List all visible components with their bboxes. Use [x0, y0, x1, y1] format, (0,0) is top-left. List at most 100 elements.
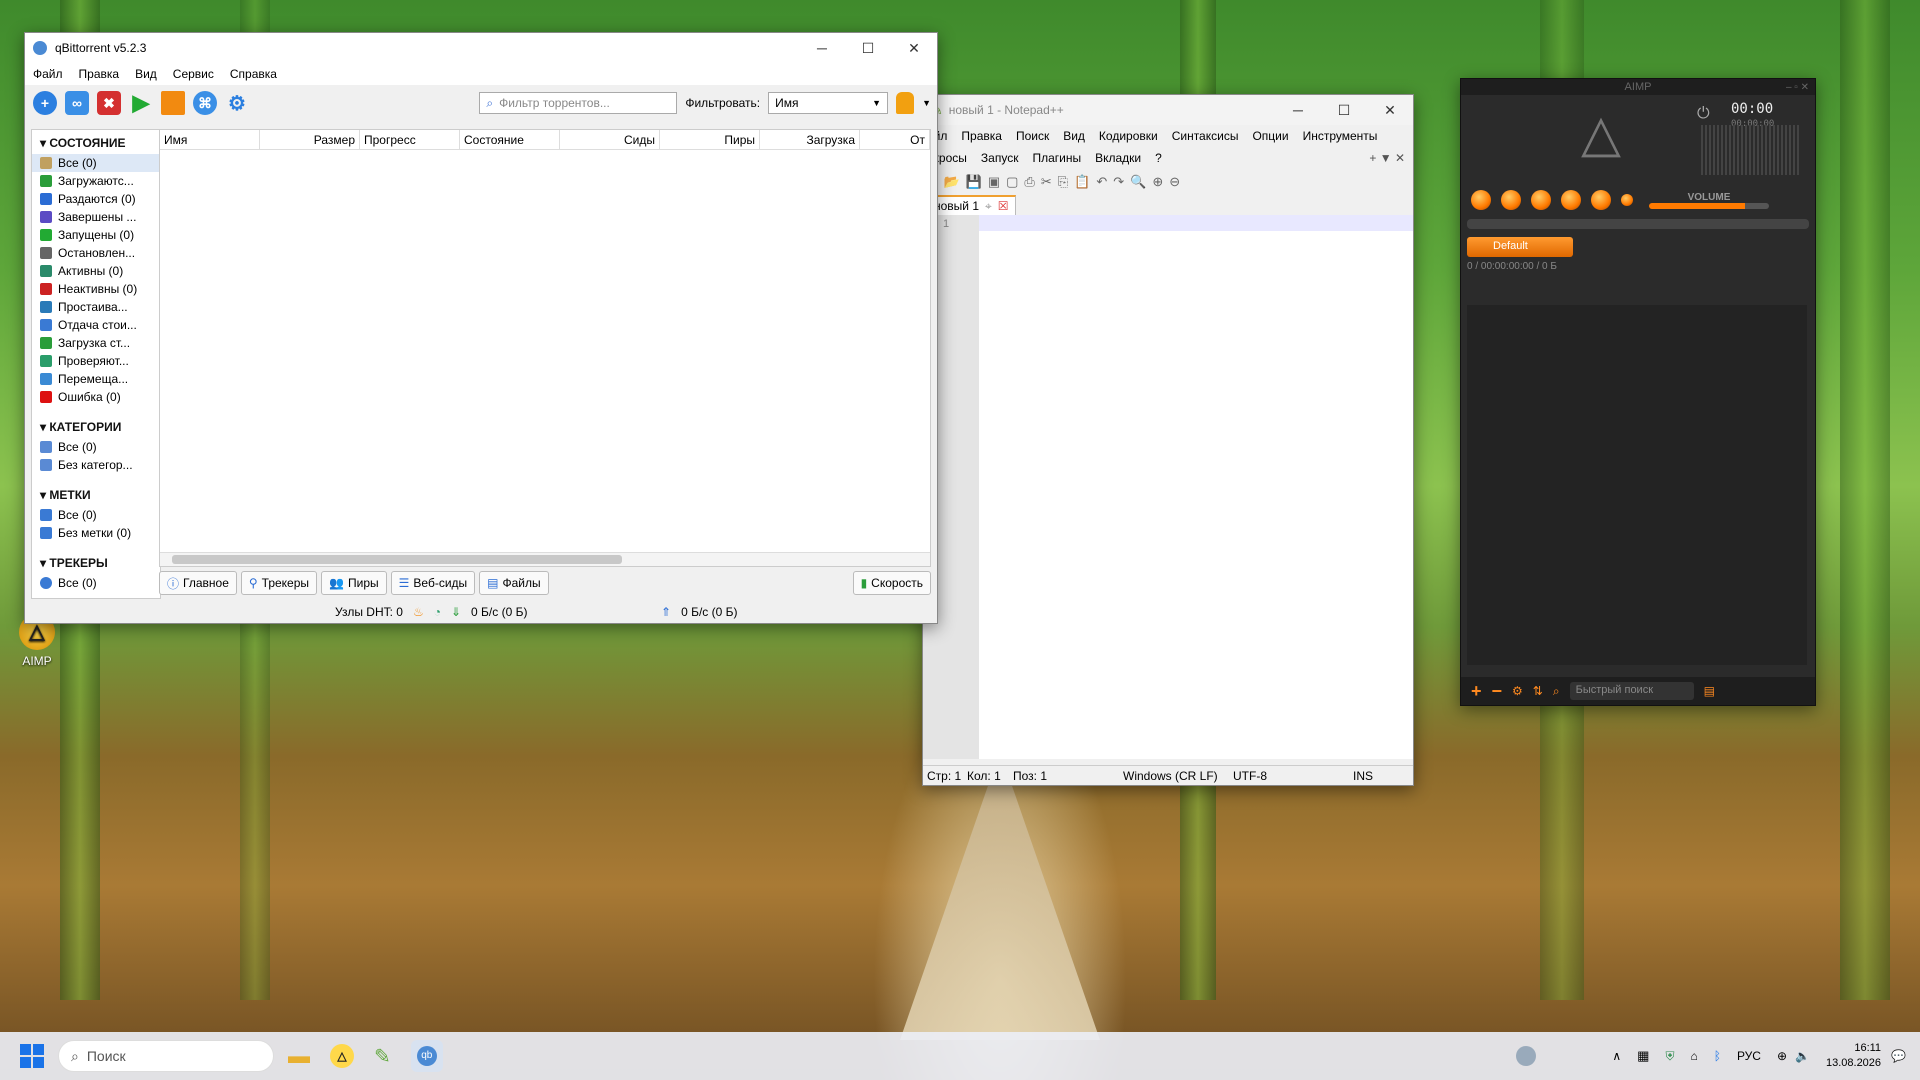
- state-filter-item[interactable]: Загрузка ст...: [32, 334, 160, 352]
- network-icon[interactable]: ⊕: [1777, 1049, 1787, 1063]
- state-filter-item[interactable]: Загружаютс...: [32, 172, 160, 190]
- section-trackers[interactable]: ▾ ТРЕКЕРЫ: [32, 550, 160, 574]
- menu-plugins[interactable]: Плагины: [1032, 151, 1081, 165]
- category-uncategorized[interactable]: Без категор...: [32, 456, 160, 474]
- close-button[interactable]: ✕: [1367, 95, 1413, 125]
- pin-icon[interactable]: ⌖: [985, 199, 992, 214]
- window-controls[interactable]: – ▫ ✕: [1786, 82, 1809, 93]
- section-state[interactable]: ▾ СОСТОЯНИЕ: [32, 130, 160, 154]
- cut-icon[interactable]: ✂: [1041, 174, 1052, 190]
- previous-button[interactable]: [1471, 190, 1491, 210]
- menu-help[interactable]: ?: [1155, 151, 1162, 165]
- tag-untagged[interactable]: Без метки (0): [32, 524, 160, 542]
- menu-syntax[interactable]: Синтаксисы: [1172, 129, 1239, 143]
- next-button[interactable]: [1591, 190, 1611, 210]
- menu-encoding[interactable]: Кодировки: [1099, 129, 1158, 143]
- state-filter-item[interactable]: Перемеща...: [32, 370, 160, 388]
- power-icon[interactable]: ⏻: [1697, 105, 1710, 123]
- playlist-tab-default[interactable]: Default: [1467, 237, 1573, 257]
- menu-file[interactable]: Файл: [33, 67, 63, 81]
- menu-tools[interactable]: Инструменты: [1303, 129, 1378, 143]
- state-filter-item[interactable]: Остановлен...: [32, 244, 160, 262]
- column-upload[interactable]: От: [860, 130, 930, 149]
- usb-icon[interactable]: ⌂: [1690, 1049, 1697, 1063]
- state-filter-item[interactable]: Проверяют...: [32, 352, 160, 370]
- start-icon[interactable]: ▶: [129, 90, 153, 115]
- search-icon[interactable]: ⌕: [1553, 684, 1560, 699]
- tab-files[interactable]: ▤ Файлы: [479, 571, 549, 595]
- tab-controls[interactable]: + ▼ ✕: [1369, 151, 1405, 165]
- qbittorrent-taskbar-icon[interactable]: qb: [410, 1040, 443, 1072]
- menu-view[interactable]: Вид: [135, 67, 157, 81]
- tab-peers[interactable]: 👥 Пиры: [321, 571, 387, 595]
- horizontal-scrollbar[interactable]: [160, 552, 930, 566]
- state-filter-item[interactable]: Отдача стои...: [32, 316, 160, 334]
- maximize-button[interactable]: ☐: [845, 33, 891, 63]
- keyboard-icon[interactable]: ▦: [1637, 1048, 1649, 1064]
- lock-icon[interactable]: [896, 92, 915, 114]
- aimp-taskbar-icon[interactable]: △: [330, 1044, 354, 1068]
- file-explorer-icon[interactable]: ▬: [288, 1043, 310, 1069]
- state-filter-item[interactable]: Завершены ...: [32, 208, 160, 226]
- menu-edit[interactable]: Правка: [79, 67, 120, 81]
- save-icon[interactable]: 💾: [966, 174, 982, 190]
- play-button[interactable]: [1501, 190, 1521, 210]
- copy-icon[interactable]: ⎘: [1058, 174, 1068, 190]
- column-peers[interactable]: Пиры: [660, 130, 760, 149]
- state-filter-item[interactable]: Активны (0): [32, 262, 160, 280]
- state-filter-item[interactable]: Раздаются (0): [32, 190, 160, 208]
- weather-icon[interactable]: [1516, 1046, 1537, 1066]
- filter-torrents-input[interactable]: ⌕ Фильтр торрентов...: [479, 92, 678, 114]
- notifications-icon[interactable]: 💬: [1891, 1049, 1906, 1063]
- undo-icon[interactable]: ↶: [1096, 174, 1107, 190]
- menu-tools[interactable]: Сервис: [173, 67, 214, 81]
- menu-help[interactable]: Справка: [230, 67, 277, 81]
- quick-search-input[interactable]: Быстрый поиск: [1569, 682, 1694, 700]
- menu-view[interactable]: Вид: [1063, 129, 1085, 143]
- tab-speed[interactable]: ▮ Скорость: [852, 571, 931, 595]
- column-state[interactable]: Состояние: [460, 130, 560, 149]
- add-torrent-icon[interactable]: +: [33, 91, 57, 115]
- column-seeds[interactable]: Сиды: [560, 130, 660, 149]
- state-filter-item[interactable]: Все (0): [32, 154, 160, 172]
- state-filter-item[interactable]: Простаива...: [32, 298, 160, 316]
- seek-bar[interactable]: [1467, 219, 1809, 229]
- category-all[interactable]: Все (0): [32, 438, 160, 456]
- start-button[interactable]: [20, 1044, 44, 1068]
- open-button[interactable]: [1621, 194, 1633, 206]
- language-indicator[interactable]: РУС: [1737, 1049, 1761, 1063]
- sort-icon[interactable]: ⇅: [1533, 684, 1543, 698]
- taskbar-search[interactable]: ⌕ Поиск: [58, 1040, 274, 1072]
- state-filter-item[interactable]: Запущены (0): [32, 226, 160, 244]
- security-icon[interactable]: ⛨: [1665, 1049, 1674, 1064]
- tab-trackers[interactable]: ⚲ Трекеры: [240, 571, 318, 595]
- paste-icon[interactable]: 📋: [1074, 174, 1090, 190]
- minimize-button[interactable]: ─: [1275, 95, 1321, 125]
- tab-general[interactable]: ⓘ Главное: [159, 571, 237, 595]
- pause-button[interactable]: [1531, 190, 1551, 210]
- editor-area[interactable]: 1: [923, 215, 1413, 759]
- tab-close-icon[interactable]: ☒: [998, 199, 1009, 214]
- stop-button[interactable]: [1561, 190, 1581, 210]
- bluetooth-icon[interactable]: ᛒ: [1714, 1049, 1721, 1063]
- menu-edit[interactable]: Правка: [961, 129, 1002, 143]
- maximize-button[interactable]: ☐: [1321, 95, 1367, 125]
- minimize-button[interactable]: ─: [799, 33, 845, 63]
- scrollbar-thumb[interactable]: [172, 555, 622, 564]
- find-icon[interactable]: 🔍: [1130, 174, 1146, 190]
- overflow-chevron-icon[interactable]: ▼: [922, 98, 931, 108]
- column-size[interactable]: Размер: [260, 130, 360, 149]
- column-download[interactable]: Загрузка: [760, 130, 860, 149]
- section-categories[interactable]: ▾ КАТЕГОРИИ: [32, 414, 160, 438]
- close-button[interactable]: ✕: [891, 33, 937, 63]
- column-name[interactable]: Имя: [160, 130, 260, 149]
- remove-icon[interactable]: −: [1492, 681, 1503, 702]
- show-hidden-icons-icon[interactable]: ∧: [1612, 1049, 1621, 1063]
- volume-icon[interactable]: 🔈: [1795, 1049, 1810, 1063]
- section-tags[interactable]: ▾ МЕТКИ: [32, 482, 160, 506]
- close-file-icon[interactable]: ▢: [1006, 174, 1018, 190]
- open-file-icon[interactable]: 📂: [943, 174, 959, 190]
- column-progress[interactable]: Прогресс: [360, 130, 460, 149]
- zoom-out-icon[interactable]: ⊖: [1169, 174, 1180, 190]
- filter-select[interactable]: Имя ▼: [768, 92, 889, 114]
